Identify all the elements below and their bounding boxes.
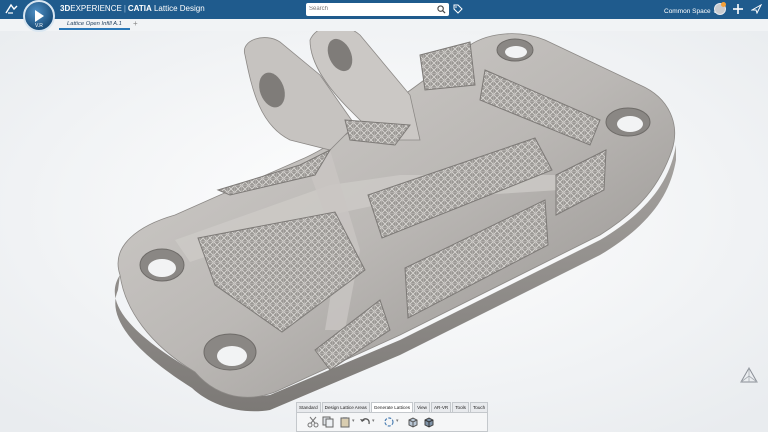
action-bar-tools: ▾ ▾ ▾ xyxy=(296,412,488,432)
search-icon[interactable] xyxy=(437,5,446,14)
copy-icon[interactable] xyxy=(322,416,334,428)
tab-lattice-open-infill[interactable]: Lattice Open Infill A.1 xyxy=(59,19,130,30)
update-dropdown-icon[interactable]: ▾ xyxy=(396,418,399,424)
lattice-cube-icon[interactable] xyxy=(407,416,419,428)
compass-triad-icon[interactable] xyxy=(738,365,760,387)
brand-experience: EXPERIENCE xyxy=(70,4,122,13)
tag-icon[interactable] xyxy=(453,4,463,14)
undo-icon[interactable] xyxy=(359,416,371,428)
top-bar: 3DEXPERIENCE|CATIA Lattice Design Common… xyxy=(0,0,768,19)
add-icon[interactable] xyxy=(732,3,744,15)
3d-viewport[interactable] xyxy=(0,31,768,432)
compass-version: V.R xyxy=(35,23,43,29)
play-icon xyxy=(35,10,44,22)
paste-dropdown-icon[interactable]: ▾ xyxy=(352,418,355,424)
app-brand: 3DEXPERIENCE | CATIA Lattice Design xyxy=(60,4,205,13)
app-name: CATIA xyxy=(127,4,152,13)
action-bar-tabs: Standard Design Lattice Areas Generate L… xyxy=(296,402,489,413)
compass-button[interactable]: V.R xyxy=(23,0,55,32)
action-bar: Standard Design Lattice Areas Generate L… xyxy=(296,402,489,432)
space-selector[interactable]: Common Space ⌄ xyxy=(664,7,718,15)
search-input[interactable] xyxy=(309,4,431,14)
share-icon[interactable] xyxy=(751,4,762,14)
search-box[interactable] xyxy=(306,3,449,16)
brand-3d: 3D xyxy=(60,4,71,13)
update-icon[interactable] xyxy=(383,416,395,428)
notification-dot xyxy=(721,2,726,7)
3ds-logo-icon[interactable] xyxy=(5,3,19,15)
app-role: Lattice Design xyxy=(153,4,205,13)
new-tab-icon[interactable]: + xyxy=(133,19,138,29)
paste-icon[interactable] xyxy=(339,416,351,428)
shaded-cube-icon[interactable] xyxy=(423,416,435,428)
scissors-icon[interactable] xyxy=(307,416,319,428)
undo-dropdown-icon[interactable]: ▾ xyxy=(372,418,375,424)
space-label: Common Space xyxy=(664,8,711,15)
